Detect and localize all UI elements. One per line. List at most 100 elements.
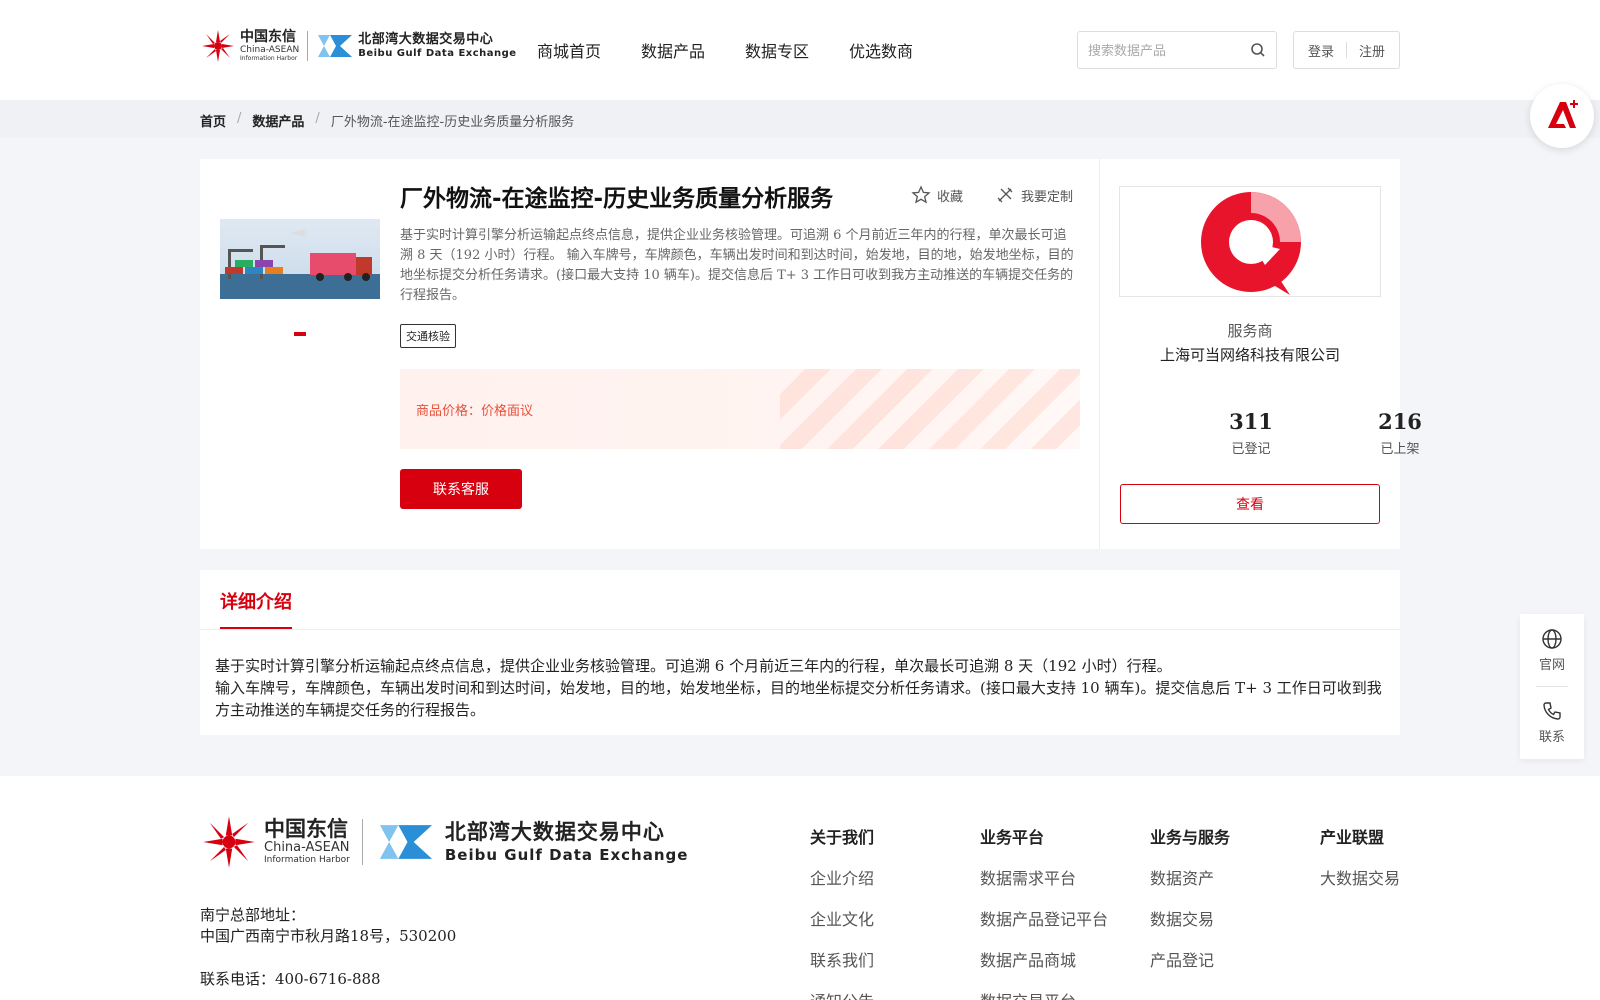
website-label: 官网 xyxy=(1538,658,1565,673)
registered-stat: 311 已登记 xyxy=(1211,409,1291,457)
footer-link[interactable]: 大数据交易 xyxy=(1320,865,1400,889)
card-divider xyxy=(1099,159,1100,549)
customize-button[interactable]: 我要定制 xyxy=(995,185,1073,205)
footer-link[interactable]: 数据产品商城 xyxy=(980,947,1108,971)
footer-logo-cn-title: 中国东信 xyxy=(264,817,348,842)
footer-link[interactable]: 数据需求平台 xyxy=(980,865,1108,889)
product-card: 厂外物流-在途监控-历史业务质量分析服务 收藏 我要定制 基于实时计算引擎分析运… xyxy=(200,159,1422,549)
listed-count: 216 xyxy=(1378,409,1422,434)
product-title: 厂外物流-在途监控-历史业务质量分析服务 xyxy=(400,186,834,212)
product-description: 基于实时计算引擎分析运输起点终点信息，提供企业业务核验管理。可追溯 6 个月前近… xyxy=(400,228,1074,303)
registered-count: 311 xyxy=(1229,409,1273,434)
footer-link[interactable]: 企业介绍 xyxy=(810,865,874,889)
nav-mall-home[interactable]: 商城首页 xyxy=(537,38,601,62)
logo-cn-sub2: Information Harbor xyxy=(240,55,298,62)
nav-data-products[interactable]: 数据产品 xyxy=(641,38,705,62)
listed-stat: 216 已上架 xyxy=(1360,409,1440,457)
breadcrumb-separator: / xyxy=(315,111,320,126)
register-link[interactable]: 注册 xyxy=(1359,41,1385,60)
website-button[interactable]: 官网 xyxy=(1520,628,1584,673)
nav-data-zone[interactable]: 数据专区 xyxy=(745,38,809,62)
provider-name: 上海可当网络科技有限公司 xyxy=(1159,346,1340,364)
tab-divider xyxy=(200,629,1400,630)
contact-label: 联系 xyxy=(1538,730,1565,745)
price-box: 商品价格：价格面议 xyxy=(400,369,1080,449)
search-input[interactable] xyxy=(1088,42,1238,58)
china-asean-emblem-icon xyxy=(202,30,234,62)
footer-col-services: 业务与服务 数据资产 数据交易 产品登记 xyxy=(1150,824,1230,988)
login-link[interactable]: 登录 xyxy=(1308,41,1334,60)
footer-logo-bb-title: 北部湾大数据交易中心 xyxy=(444,820,665,845)
footer-logo-divider xyxy=(361,819,363,865)
product-tag: 交通核验 xyxy=(400,324,456,348)
registered-label: 已登记 xyxy=(1231,442,1271,457)
logo-bb-sub: Beibu Gulf Data Exchange xyxy=(358,47,517,59)
contact-service-button[interactable]: 联系客服 xyxy=(400,469,522,509)
favorite-button[interactable]: 收藏 xyxy=(911,185,963,205)
auth-box: 登录 注册 xyxy=(1293,31,1400,69)
footer-link[interactable]: 通知公告 xyxy=(810,988,874,1000)
price-label: 商品价格： xyxy=(416,404,482,419)
details-panel: 详细介绍 基于实时计算引擎分析运输起点终点信息，提供企业业务核验管理。可追溯 6… xyxy=(200,570,1400,735)
tools-icon xyxy=(997,187,1013,203)
side-toolbar: 官网 联系 xyxy=(1520,614,1584,759)
logistics-port-image xyxy=(220,219,380,299)
bbdx-emblem-icon xyxy=(318,35,353,57)
footer-col-about: 关于我们 企业介绍 企业文化 联系我们 通知公告 xyxy=(810,824,874,1000)
logo-divider xyxy=(307,31,309,61)
details-text: 基于实时计算引擎分析运输起点终点信息，提供企业业务核验管理。可追溯 6 个月前近… xyxy=(215,655,1385,721)
breadcrumb-current: 厂外物流-在途监控-历史业务质量分析服务 xyxy=(330,115,575,130)
breadcrumb: 首页 / 数据产品 / 厂外物流-在途监控-历史业务质量分析服务 xyxy=(0,100,1600,138)
footer-link[interactable]: 数据产品登记平台 xyxy=(980,906,1108,930)
provider-label: 服务商 xyxy=(1227,322,1273,340)
tab-details[interactable]: 详细介绍 xyxy=(220,588,292,614)
bbdx-emblem-icon xyxy=(379,825,432,859)
customize-label: 我要定制 xyxy=(1021,189,1074,205)
footer-col-platform: 业务平台 数据需求平台 数据产品登记平台 数据产品商城 数据交易平台 xyxy=(980,824,1108,1000)
side-divider xyxy=(1536,686,1568,687)
footer-col-title: 产业联盟 xyxy=(1320,828,1385,847)
footer-link[interactable]: 数据资产 xyxy=(1150,865,1230,889)
view-provider-button[interactable]: 查看 xyxy=(1120,484,1380,524)
price-row: 商品价格：价格面议 xyxy=(416,400,533,419)
breadcrumb-home[interactable]: 首页 xyxy=(200,111,226,130)
nav-preferred-merchants[interactable]: 优选数商 xyxy=(849,38,913,62)
provider-brand-icon xyxy=(1201,192,1301,295)
footer-col-title: 业务平台 xyxy=(980,828,1045,847)
floating-assistant-button[interactable] xyxy=(1530,84,1594,148)
phone-icon xyxy=(1543,702,1561,720)
price-value: 价格面议 xyxy=(481,404,534,419)
breadcrumb-section[interactable]: 数据产品 xyxy=(252,111,304,130)
address-value: 中国广西南宁市秋月路18号，530200 xyxy=(200,927,457,945)
details-line: 输入车牌号，车牌颜色，车辆出发时间和到达时间，始发地，目的地，始发地坐标，目的地… xyxy=(215,679,1382,719)
listed-label: 已上架 xyxy=(1380,442,1420,457)
search-icon[interactable] xyxy=(1250,42,1266,58)
logo-cn-title: 中国东信 xyxy=(240,29,296,45)
carousel-indicator[interactable] xyxy=(294,332,306,336)
china-asean-logo: 中国东信 China-ASEAN Information Harbor xyxy=(200,28,299,64)
footer-logo-cn-sub2: Information Harbor xyxy=(264,854,350,865)
breadcrumb-separator: / xyxy=(237,111,242,126)
footer-link[interactable]: 数据交易 xyxy=(1150,906,1230,930)
contact-button[interactable]: 联系 xyxy=(1520,700,1584,745)
auth-divider xyxy=(1346,42,1347,58)
footer-address: 南宁总部地址： 中国广西南宁市秋月路18号，530200 xyxy=(200,905,456,947)
details-line: 基于实时计算引擎分析运输起点终点信息，提供企业业务核验管理。可追溯 6 个月前近… xyxy=(215,657,1172,675)
footer-link[interactable]: 数据交易平台 xyxy=(980,988,1108,1000)
provider-logo[interactable] xyxy=(1119,186,1381,297)
product-image[interactable] xyxy=(220,219,380,299)
globe-icon xyxy=(1542,629,1562,649)
footer-col-title: 业务与服务 xyxy=(1150,828,1231,847)
footer-link[interactable]: 联系我们 xyxy=(810,947,874,971)
footer-col-alliance: 产业联盟 大数据交易 xyxy=(1320,824,1400,906)
star-icon xyxy=(911,185,931,204)
footer-logo-cn-sub: China-ASEAN xyxy=(264,840,350,856)
footer-col-title: 关于我们 xyxy=(810,828,875,847)
assistant-logo-icon xyxy=(1548,100,1578,128)
footer-link[interactable]: 企业文化 xyxy=(810,906,874,930)
favorite-label: 收藏 xyxy=(937,189,964,205)
footer-link[interactable]: 产品登记 xyxy=(1150,947,1230,971)
logo-bb-title: 北部湾大数据交易中心 xyxy=(358,32,494,48)
site-logo[interactable]: 中国东信 China-ASEAN Information Harbor 北部湾大… xyxy=(200,28,517,64)
address-label: 南宁总部地址： xyxy=(200,906,306,924)
